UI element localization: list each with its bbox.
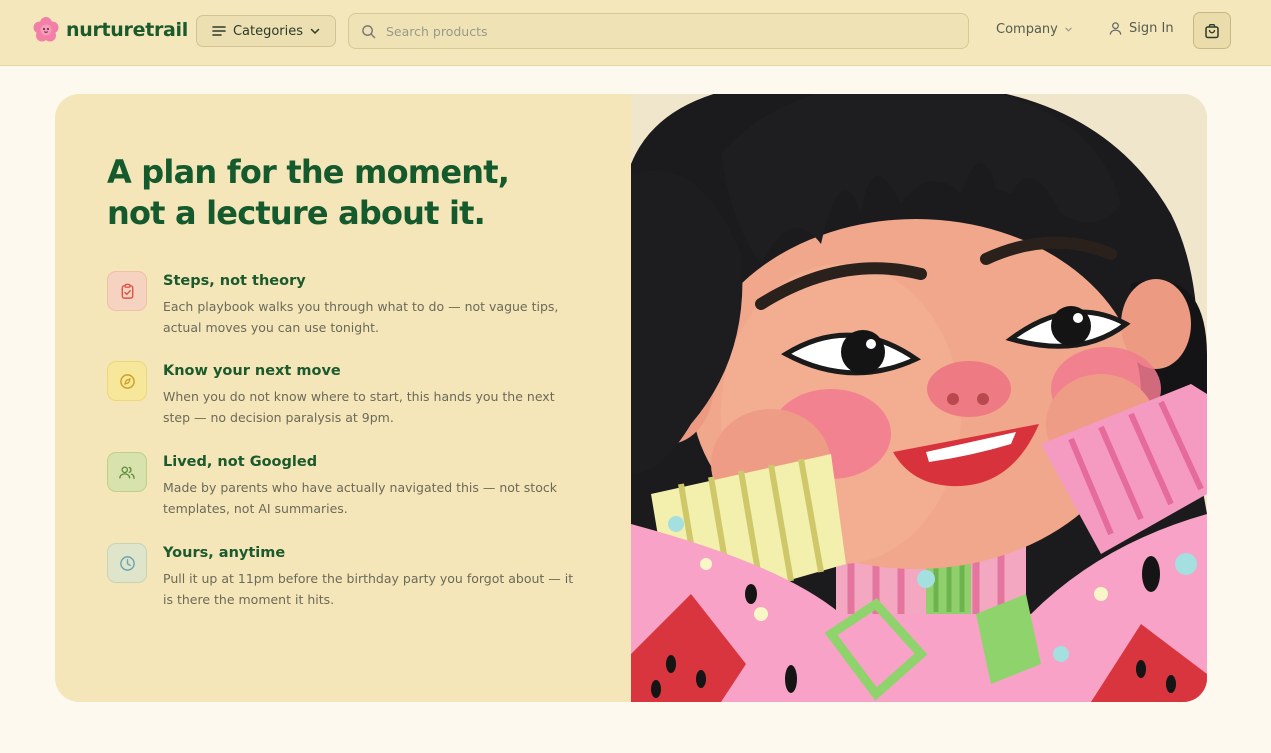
chevron-down-icon xyxy=(1065,27,1072,32)
shopping-bag-icon xyxy=(1205,23,1219,38)
sign-in-link[interactable]: Sign In xyxy=(1108,21,1174,36)
top-header: nurturetrail Categories Company Sign In xyxy=(0,0,1271,66)
hero-headline: A plan for the moment, not a lecture abo… xyxy=(107,153,510,232)
hero-illustration xyxy=(631,94,1207,702)
sign-in-label: Sign In xyxy=(1129,21,1174,36)
chevron-down-icon xyxy=(310,28,320,35)
categories-button[interactable]: Categories xyxy=(196,15,336,47)
flower-logo-icon xyxy=(33,17,59,42)
feature-title: Steps, not theory xyxy=(163,273,306,289)
menu-lines-icon xyxy=(212,26,226,36)
feature-description: Each playbook walks you through what to … xyxy=(163,299,559,335)
feature-title: Know your next move xyxy=(163,363,341,379)
search-icon xyxy=(362,24,376,38)
clipboard-icon xyxy=(107,271,147,311)
feature-description: When you do not know where to start, thi… xyxy=(163,389,555,425)
feature-title: Yours, anytime xyxy=(163,545,286,561)
user-icon xyxy=(1109,22,1122,35)
company-label: Company xyxy=(996,22,1058,37)
categories-label: Categories xyxy=(232,23,304,39)
clock-icon xyxy=(107,543,147,583)
search-input[interactable] xyxy=(386,23,946,39)
search-bar[interactable] xyxy=(348,13,969,49)
brand-logo[interactable]: nurturetrail xyxy=(32,16,188,44)
compass-icon xyxy=(107,361,147,401)
brand-name: nurturetrail xyxy=(66,19,188,41)
feature-description: Made by parents who have actually naviga… xyxy=(163,480,557,516)
users-icon xyxy=(107,452,147,492)
feature-description: Pull it up at 11pm before the birthday p… xyxy=(163,571,574,607)
girl-portrait-illustration xyxy=(631,94,1207,702)
hero-copy: A plan for the moment, not a lecture abo… xyxy=(55,94,631,702)
feature-title: Lived, not Googled xyxy=(163,454,318,470)
cart-button[interactable] xyxy=(1193,12,1231,49)
company-menu[interactable]: Company xyxy=(996,22,1073,37)
hero-card: A plan for the moment, not a lecture abo… xyxy=(55,94,1207,702)
